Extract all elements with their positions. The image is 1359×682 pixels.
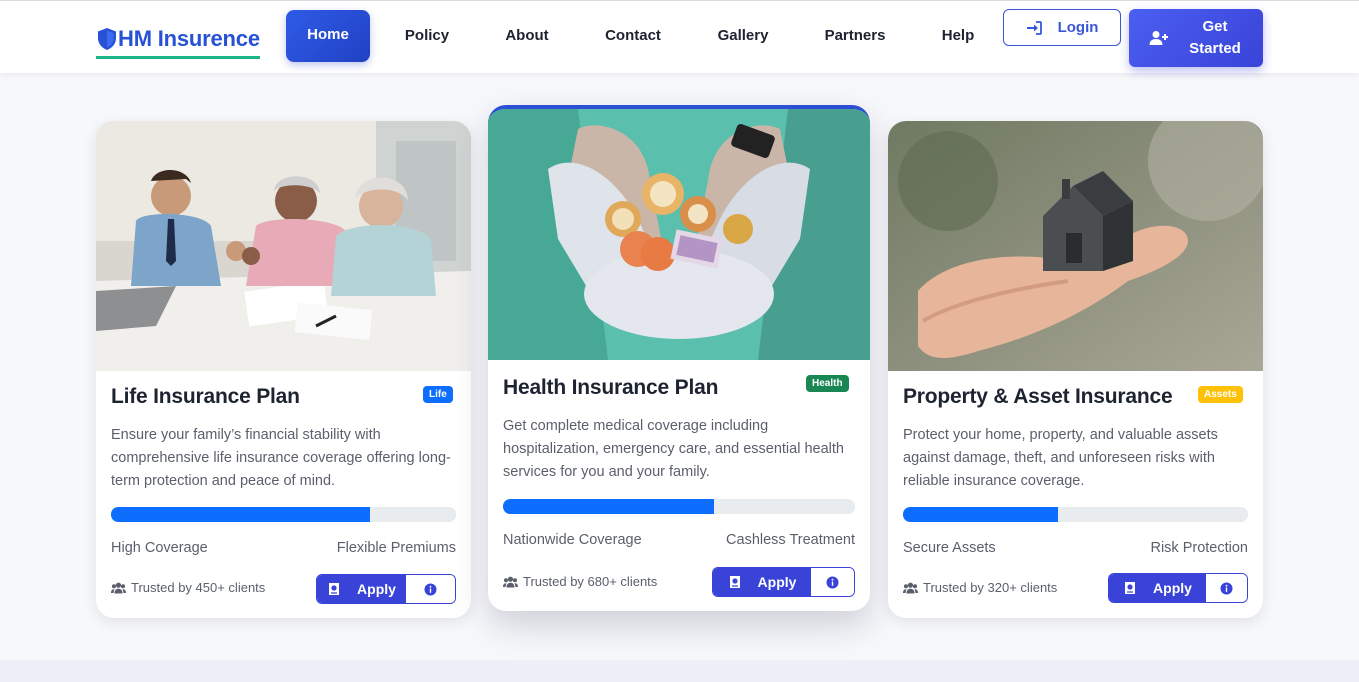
nav-item-gallery[interactable]: Gallery <box>710 10 776 62</box>
progress-fill <box>503 499 715 514</box>
card-title: Life Insurance Plan <box>111 385 300 408</box>
card-title: Health Insurance Plan <box>503 376 719 399</box>
trusted-clients: Trusted by 450+ clients <box>111 580 265 595</box>
users-icon <box>503 576 518 587</box>
feature-right: Cashless Treatment <box>726 532 855 548</box>
category-badge: Life <box>423 386 453 403</box>
info-button[interactable] <box>1206 574 1247 602</box>
info-icon <box>826 576 839 588</box>
apply-label: Apply <box>757 574 797 590</box>
brand-logo[interactable]: HM Insurence <box>96 23 260 59</box>
trusted-clients: Trusted by 320+ clients <box>903 580 1057 595</box>
card-property-insurance: Property & Asset Insurance Assets Protec… <box>888 121 1263 618</box>
nav-item-help[interactable]: Help <box>934 10 982 62</box>
feature-right: Risk Protection <box>1150 540 1248 556</box>
sign-in-icon <box>1026 20 1042 35</box>
login-button[interactable]: Login <box>1003 9 1121 46</box>
apply-label: Apply <box>1153 580 1192 596</box>
user-plus-icon <box>1149 31 1168 45</box>
category-badge: Assets <box>1198 386 1243 403</box>
info-icon <box>1220 582 1233 594</box>
card-title: Property & Asset Insurance <box>903 385 1173 408</box>
card-life-insurance: Life Insurance Plan Life Ensure your fam… <box>96 121 471 618</box>
nav-item-about[interactable]: About <box>498 10 556 62</box>
coverage-progress-bar <box>903 507 1248 522</box>
card-description: Ensure your family’s financial stability… <box>111 427 451 489</box>
category-badge: Health <box>806 375 849 392</box>
coverage-progress-bar <box>503 499 855 514</box>
info-button[interactable] <box>811 568 854 596</box>
trusted-clients: Trusted by 680+ clients <box>503 574 657 589</box>
login-label: Login <box>1057 19 1099 36</box>
coverage-progress-bar <box>111 507 456 522</box>
trusted-label: Trusted by 680+ clients <box>523 574 658 589</box>
feature-left: Nationwide Coverage <box>503 532 642 548</box>
shield-icon <box>98 27 116 50</box>
nav-item-policy[interactable]: Policy <box>394 10 460 62</box>
nav-item-partners[interactable]: Partners <box>816 10 894 62</box>
apply-label: Apply <box>357 581 396 597</box>
nav-item-home[interactable]: Home <box>286 10 370 62</box>
info-icon <box>424 583 437 595</box>
card-description: Get complete medical coverage including … <box>503 418 844 480</box>
apply-button[interactable]: Apply <box>713 568 811 596</box>
trusted-label: Trusted by 450+ clients <box>131 580 266 595</box>
get-started-button[interactable]: Get Started <box>1129 9 1263 67</box>
card-image-health <box>488 109 870 360</box>
feature-right: Flexible Premiums <box>336 540 456 556</box>
file-signature-icon <box>329 583 340 595</box>
apply-button[interactable]: Apply <box>317 575 406 603</box>
info-button[interactable] <box>406 575 455 603</box>
file-signature-icon <box>729 576 740 588</box>
card-health-insurance: Health Insurance Plan Health Get complet… <box>488 105 870 611</box>
apply-button[interactable]: Apply <box>1109 574 1206 602</box>
apply-button-group: Apply <box>1108 573 1248 603</box>
card-description: Protect your home, property, and valuabl… <box>903 427 1218 489</box>
file-signature-icon <box>1125 582 1136 594</box>
navbar: HM Insurence Home Policy About Contact G… <box>0 0 1359 73</box>
progress-fill <box>903 507 1059 522</box>
feature-left: High Coverage <box>111 540 208 556</box>
users-icon <box>111 582 126 593</box>
card-image-property <box>888 121 1263 371</box>
card-image-life <box>96 121 471 371</box>
get-started-label: Get Started <box>1189 18 1241 57</box>
nav-item-contact[interactable]: Contact <box>596 10 670 62</box>
feature-left: Secure Assets <box>903 540 996 556</box>
apply-button-group: Apply <box>712 567 855 597</box>
users-icon <box>903 582 918 593</box>
apply-button-group: Apply <box>316 574 456 604</box>
footer-strip <box>0 660 1359 682</box>
progress-fill <box>111 507 370 522</box>
trusted-label: Trusted by 320+ clients <box>923 580 1058 595</box>
brand-name: HM Insurence <box>118 25 260 51</box>
